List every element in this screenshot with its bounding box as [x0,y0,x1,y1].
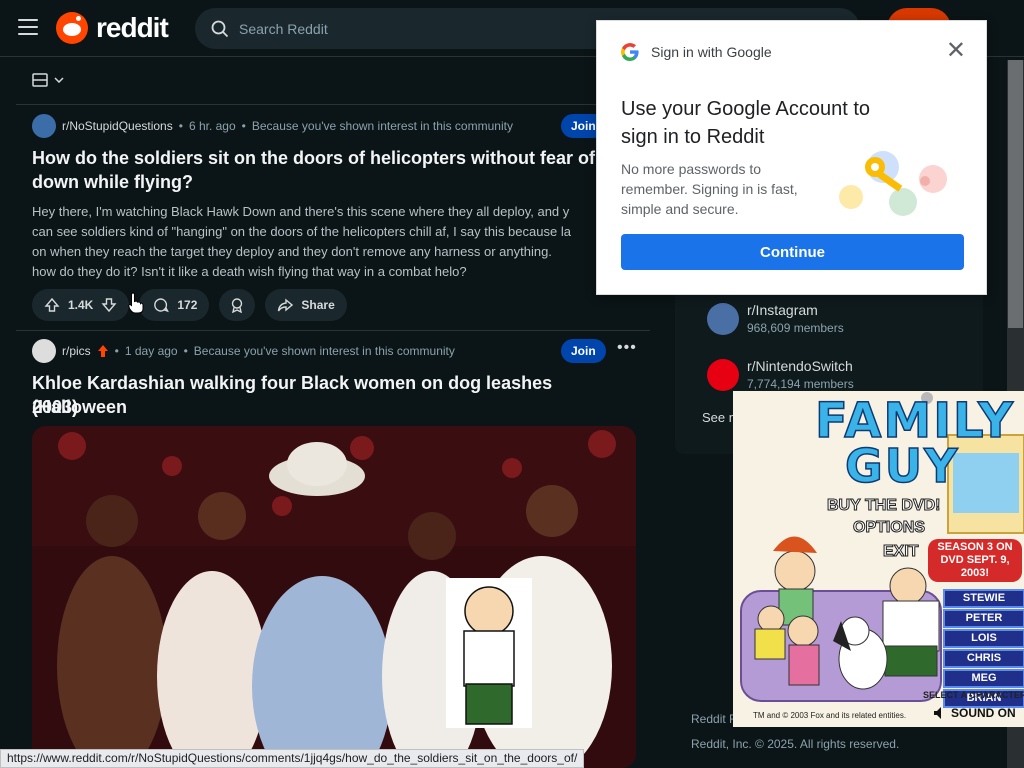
divider [16,104,650,105]
post-body-line: Hey there, I'm watching Black Hawk Down … [32,204,570,219]
subreddit-name[interactable]: r/NoStupidQuestions [62,119,173,133]
post-meta: r/NoStupidQuestions • 6 hr. ago • Becaus… [32,114,513,138]
options-link[interactable]: OPTIONS [852,519,925,537]
post-title-line2[interactable]: 2003) [32,395,632,419]
post-title-line2[interactable]: down while flying? [32,170,632,194]
reddit-snoo-icon [56,12,88,44]
share-button[interactable]: Share [265,289,347,321]
award-icon [232,298,243,313]
popup-header-text: Sign in with Google [651,44,772,60]
character-chris[interactable]: CHRIS [943,649,1024,668]
post-title[interactable]: How do the soldiers sit on the doors of … [32,146,602,170]
community-item[interactable]: r/NintendoSwitch 7,774,194 members [707,358,854,391]
comments-button[interactable]: 172 [139,289,210,321]
subreddit-icon [32,114,56,138]
upvote-icon[interactable] [44,297,60,313]
instagram-icon [707,302,739,335]
community-name: r/Instagram [747,302,818,318]
post-body-line: on when they reach the target they deplo… [32,244,552,259]
scrollbar-thumb[interactable] [1008,60,1023,328]
buy-dvd-link[interactable]: BUY THE DVD! [827,497,941,515]
hand-cursor-icon [128,292,144,314]
character-stewie[interactable]: STEWIE [943,589,1024,608]
photo-graphic [32,426,636,768]
layout-icon [32,73,48,87]
post-body-line: how do they do it? Isn't it like a death… [32,264,467,279]
select-hint: SELECT A CHARACTER ABOVE [923,690,1024,700]
ad-legal: TM and © 2003 Fox and its related entiti… [753,711,907,720]
vote-pill: 1.4K [32,289,130,321]
subreddit-name[interactable]: r/pics [62,344,91,358]
popup-body: No more passwords to remember. Signing i… [621,161,798,217]
join-button[interactable]: Join [561,339,606,363]
post-time: 6 hr. ago [188,119,236,133]
trending-icon [97,345,108,357]
community-members: 968,609 members [747,321,844,335]
character-meg[interactable]: MEG [943,669,1024,688]
post-time: 1 day ago [124,344,178,358]
chevron-down-icon [54,77,64,83]
google-logo-icon [621,43,639,61]
share-label: Share [301,298,335,312]
comment-count: 172 [177,298,198,312]
ad-title-line2: GUY [844,438,960,494]
logo-text: reddit [96,12,169,43]
post-reason: Because you've shown interest in this co… [251,119,513,133]
character-peter[interactable]: PETER [943,609,1024,628]
post-body: Hey there, I'm watching Black Hawk Down … [32,202,602,282]
post-actions: 1.4K 172 Share [32,289,347,321]
post-reason: Because you've shown interest in this co… [193,344,455,358]
share-icon [278,298,294,312]
reddit-logo[interactable]: reddit [56,12,169,44]
key-illustration-icon [839,151,947,216]
copyright: Reddit, Inc. © 2025. All rights reserved… [691,737,900,751]
menu-icon[interactable] [18,19,38,37]
sound-toggle[interactable]: SOUND ON [933,706,1016,720]
post-image[interactable] [32,426,636,768]
continue-button[interactable]: Continue [621,234,964,270]
post-body-line: can see soldiers kind of "hanging" on th… [32,224,571,239]
status-bar-url: https://www.reddit.com/r/NoStupidQuestio… [0,749,585,768]
character-lois[interactable]: LOIS [943,629,1024,648]
comment-icon [154,298,170,313]
award-button[interactable] [219,289,256,321]
search-icon [211,20,229,37]
downvote-icon[interactable] [101,297,117,313]
vote-count: 1.4K [68,298,94,312]
speaker-icon [934,707,941,719]
popup-header: Sign in with Google [621,43,772,61]
season-badge: SEASON 3 ON DVD SEPT. 9, 2003! [928,539,1022,582]
google-signin-popup: Sign in with Google ✕ Use your Google Ac… [596,20,987,295]
community-name: r/NintendoSwitch [747,358,853,374]
subreddit-icon [32,339,56,363]
family-guy-ad[interactable]: FAMILY GUY BUY THE DVD! OPTIONS EXIT SEA… [733,391,1024,727]
community-members: 7,774,194 members [747,377,854,391]
nintendo-switch-icon [707,358,739,391]
divider [16,330,650,331]
post-meta: r/pics • 1 day ago • Because you've show… [32,339,455,363]
close-icon[interactable]: ✕ [946,39,966,63]
view-toggle[interactable] [32,70,68,90]
more-options-icon[interactable]: ••• [617,339,637,357]
community-item[interactable]: r/Instagram 968,609 members [707,302,844,335]
exit-link[interactable]: EXIT [883,543,920,561]
sound-label: SOUND ON [951,706,1016,720]
